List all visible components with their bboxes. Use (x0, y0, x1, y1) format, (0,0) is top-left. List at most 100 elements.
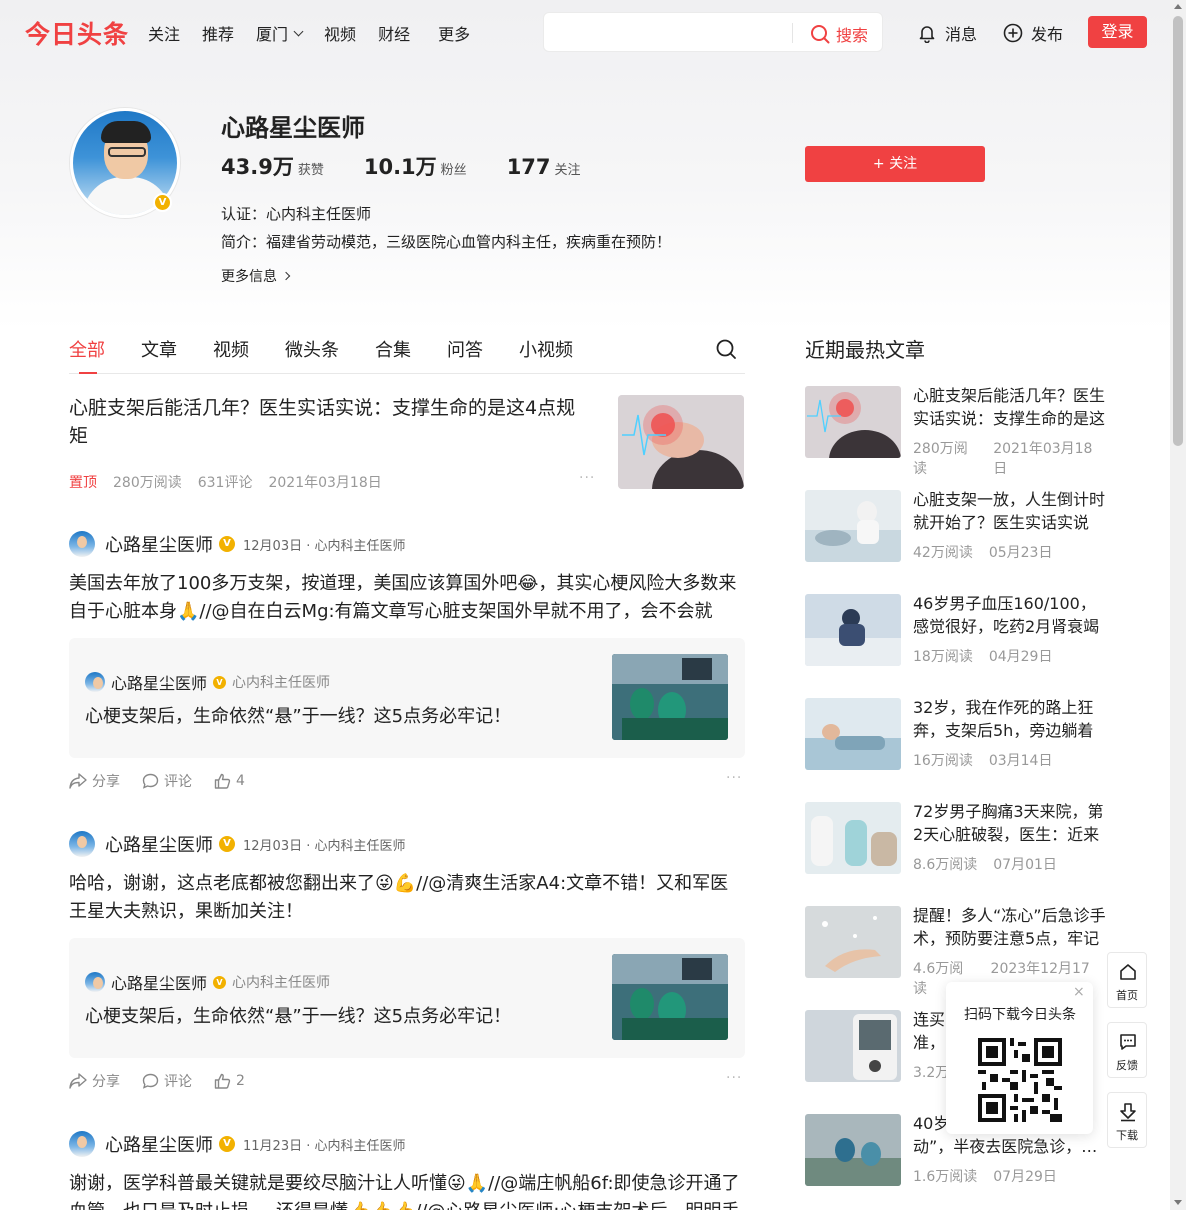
publish-button[interactable]: 发布 (1003, 21, 1063, 45)
more-options-icon[interactable]: ··· (579, 470, 595, 486)
hot-article-date: 07月29日 (993, 1169, 1057, 1185)
post-text[interactable]: 哈哈，谢谢，这点老底都被您翻出来了😜💪//@清爽生活家A4:文章不错！又和军医王… (69, 870, 745, 926)
search-input[interactable] (554, 21, 784, 45)
share-label: 分享 (92, 1074, 120, 1090)
pinned-date: 2021年03月18日 (268, 475, 382, 491)
verified-badge-icon: V (219, 1136, 235, 1152)
scroll-up-arrow-icon[interactable] (1174, 4, 1182, 9)
tab-short-videos[interactable]: 小视频 (519, 336, 573, 362)
page-scrollbar[interactable] (1170, 0, 1186, 1210)
search-divider (792, 23, 793, 43)
quoted-article-card[interactable]: 心路星尘医师 V 心内科主任医师 心梗支架后，生命依然“悬”于一线？这5点务必牢… (69, 638, 745, 758)
tab-search-button[interactable] (715, 338, 737, 364)
tab-micro-posts[interactable]: 微头条 (285, 336, 339, 362)
more-options-icon[interactable]: ··· (726, 770, 742, 786)
post-header: 心路星尘医师 V 12月03日 · 心内科主任医师 (69, 831, 405, 857)
search-button-label: 搜索 (836, 26, 869, 45)
hot-article-item[interactable]: 72岁男子胸痛3天来院，第2天心脏破裂，医生：近来 8.6万阅读 07月01日 (805, 802, 1115, 876)
share-button[interactable]: 分享 (69, 771, 120, 791)
hot-article-reads: 3.2万 (913, 1065, 950, 1081)
post-subtitle: 11月23日 · 心内科主任医师 (243, 1138, 406, 1154)
home-button[interactable]: 首页 (1107, 952, 1147, 1008)
post-actions: 分享 评论 4 (69, 771, 267, 791)
more-info-label: 更多信息 (221, 269, 277, 285)
hot-article-reads: 18万阅读 (913, 649, 973, 665)
stat-followers[interactable]: 10.1万 粉丝 (364, 151, 467, 181)
hot-article-item[interactable]: 心脏支架一放，人生倒计时就开始了？医生实话实说 42万阅读 05月23日 (805, 490, 1115, 564)
scrollbar-thumb[interactable] (1173, 16, 1183, 446)
hot-article-item[interactable]: 提醒！多人“冻心”后急诊手术，预防要注意5点，牢记 4.6万阅读 2023年12… (805, 906, 1115, 997)
stat-following-value: 177 (506, 155, 551, 179)
post-author[interactable]: 心路星尘医师 (105, 1131, 213, 1157)
download-button[interactable]: 下载 (1107, 1092, 1147, 1148)
follow-button[interactable]: + 关注 (805, 146, 985, 182)
thumbs-up-icon (214, 1073, 231, 1089)
post-actions: 分享 评论 2 (69, 1071, 267, 1091)
hot-article-title-line2: 准， (913, 1033, 946, 1052)
tab-collections[interactable]: 合集 (375, 336, 411, 362)
search-icon (811, 25, 830, 44)
stat-following[interactable]: 177 关注 (507, 155, 581, 179)
comment-icon (142, 773, 159, 789)
nav-item-video[interactable]: 视频 (324, 21, 356, 45)
avatar[interactable] (69, 831, 95, 857)
post-subtitle: 12月03日 · 心内科主任医师 (243, 838, 406, 854)
nav-item-follow[interactable]: 关注 (148, 21, 180, 45)
like-button[interactable]: 4 (214, 773, 245, 789)
quoted-author-title: 心内科主任医师 (232, 975, 331, 991)
more-info-link[interactable]: 更多信息 (221, 266, 291, 286)
post-text[interactable]: 美国去年放了100多万支架，按道理，美国应该算国外吧😂，其实心梗风险大多数来自于… (69, 570, 745, 626)
quoted-article-card[interactable]: 心路星尘医师 V 心内科主任医师 心梗支架后，生命依然“悬”于一线？这5点务必牢… (69, 938, 745, 1058)
avatar[interactable] (69, 1131, 95, 1157)
feedback-icon (1120, 1034, 1136, 1050)
avatar[interactable] (69, 531, 95, 557)
nav-item-city[interactable]: 厦门 (256, 21, 304, 45)
hot-article-item[interactable]: 心脏支架后能活几年？医生实话实说：支撑生命的是这4点规矩 280万阅读 2021… (805, 386, 1115, 477)
hot-article-title: 72岁男子胸痛3天来院，第2天心脏破裂，医生：近来 (913, 802, 1104, 844)
more-options-icon[interactable]: ··· (726, 1070, 742, 1086)
nav-item-recommend[interactable]: 推荐 (202, 21, 234, 45)
like-button[interactable]: 2 (214, 1073, 245, 1089)
hot-article-reads: 280万阅读 (913, 441, 968, 477)
publish-label: 发布 (1031, 25, 1064, 44)
quoted-article-thumbnail (612, 654, 728, 740)
comment-button[interactable]: 评论 (142, 771, 192, 791)
tab-qa[interactable]: 问答 (447, 336, 483, 362)
hot-article-meta: 18万阅读 04月29日 (913, 646, 1068, 666)
profile-stats: 43.9万 获赞 10.1万 粉丝 177 关注 (221, 151, 621, 181)
login-button[interactable]: 登录 (1088, 16, 1147, 48)
quoted-article-header: 心路星尘医师 V 心内科主任医师 (85, 670, 330, 694)
verified-badge-icon: V (213, 975, 227, 989)
tab-articles[interactable]: 文章 (141, 336, 177, 362)
hot-article-title: 心脏支架一放，人生倒计时就开始了？医生实话实说 (913, 490, 1106, 532)
avatar (85, 672, 105, 692)
comment-button[interactable]: 评论 (142, 1071, 192, 1091)
search-button[interactable]: 搜索 (810, 22, 868, 46)
pinned-article-thumbnail[interactable] (618, 395, 744, 489)
hot-article-thumbnail (805, 386, 901, 458)
nav-item-finance[interactable]: 财经 (378, 21, 410, 45)
feedback-button[interactable]: 反馈 (1107, 1022, 1147, 1078)
scroll-down-arrow-icon[interactable] (1174, 1200, 1182, 1205)
quoted-article-title: 心梗支架后，生命依然“悬”于一线？这5点务必牢记！ (85, 706, 512, 727)
toutiao-logo[interactable]: 今日头条 (25, 15, 129, 51)
post-text[interactable]: 谢谢，医学科普最关键就是要绞尽脑汁让人听懂😜🙏//@端庄帆船6f:即使急诊开通了… (69, 1170, 745, 1210)
hot-article-title: 46岁男子血压160/100，感觉很好，吃药2月肾衰竭 (913, 594, 1100, 636)
hot-article-item[interactable]: 46岁男子血压160/100，感觉很好，吃药2月肾衰竭 18万阅读 04月29日 (805, 594, 1115, 668)
like-count: 4 (236, 773, 245, 789)
nav-item-more[interactable]: 更多 (438, 21, 470, 45)
verified-badge-icon: V (219, 536, 235, 552)
hot-article-thumbnail (805, 490, 901, 562)
share-button[interactable]: 分享 (69, 1071, 120, 1091)
pinned-article-title[interactable]: 心脏支架后能活几年？医生实话实说：支撑生命的是这4点规矩 (69, 394, 589, 450)
post-author[interactable]: 心路星尘医师 (105, 831, 213, 857)
close-icon[interactable]: × (1073, 984, 1085, 1000)
messages-button[interactable]: 消息 (917, 21, 977, 45)
tab-all[interactable]: 全部 (69, 336, 105, 362)
hot-article-item[interactable]: 32岁，我在作死的路上狂奔，支架后5h，旁边躺着 16万阅读 03月14日 (805, 698, 1115, 772)
main-nav: 关注 推荐 厦门 视频 财经 更多 (148, 21, 492, 45)
tab-videos[interactable]: 视频 (213, 336, 249, 362)
chevron-right-icon (281, 271, 291, 281)
verified-badge-icon: V (153, 193, 172, 212)
post-author[interactable]: 心路星尘医师 (105, 531, 213, 557)
